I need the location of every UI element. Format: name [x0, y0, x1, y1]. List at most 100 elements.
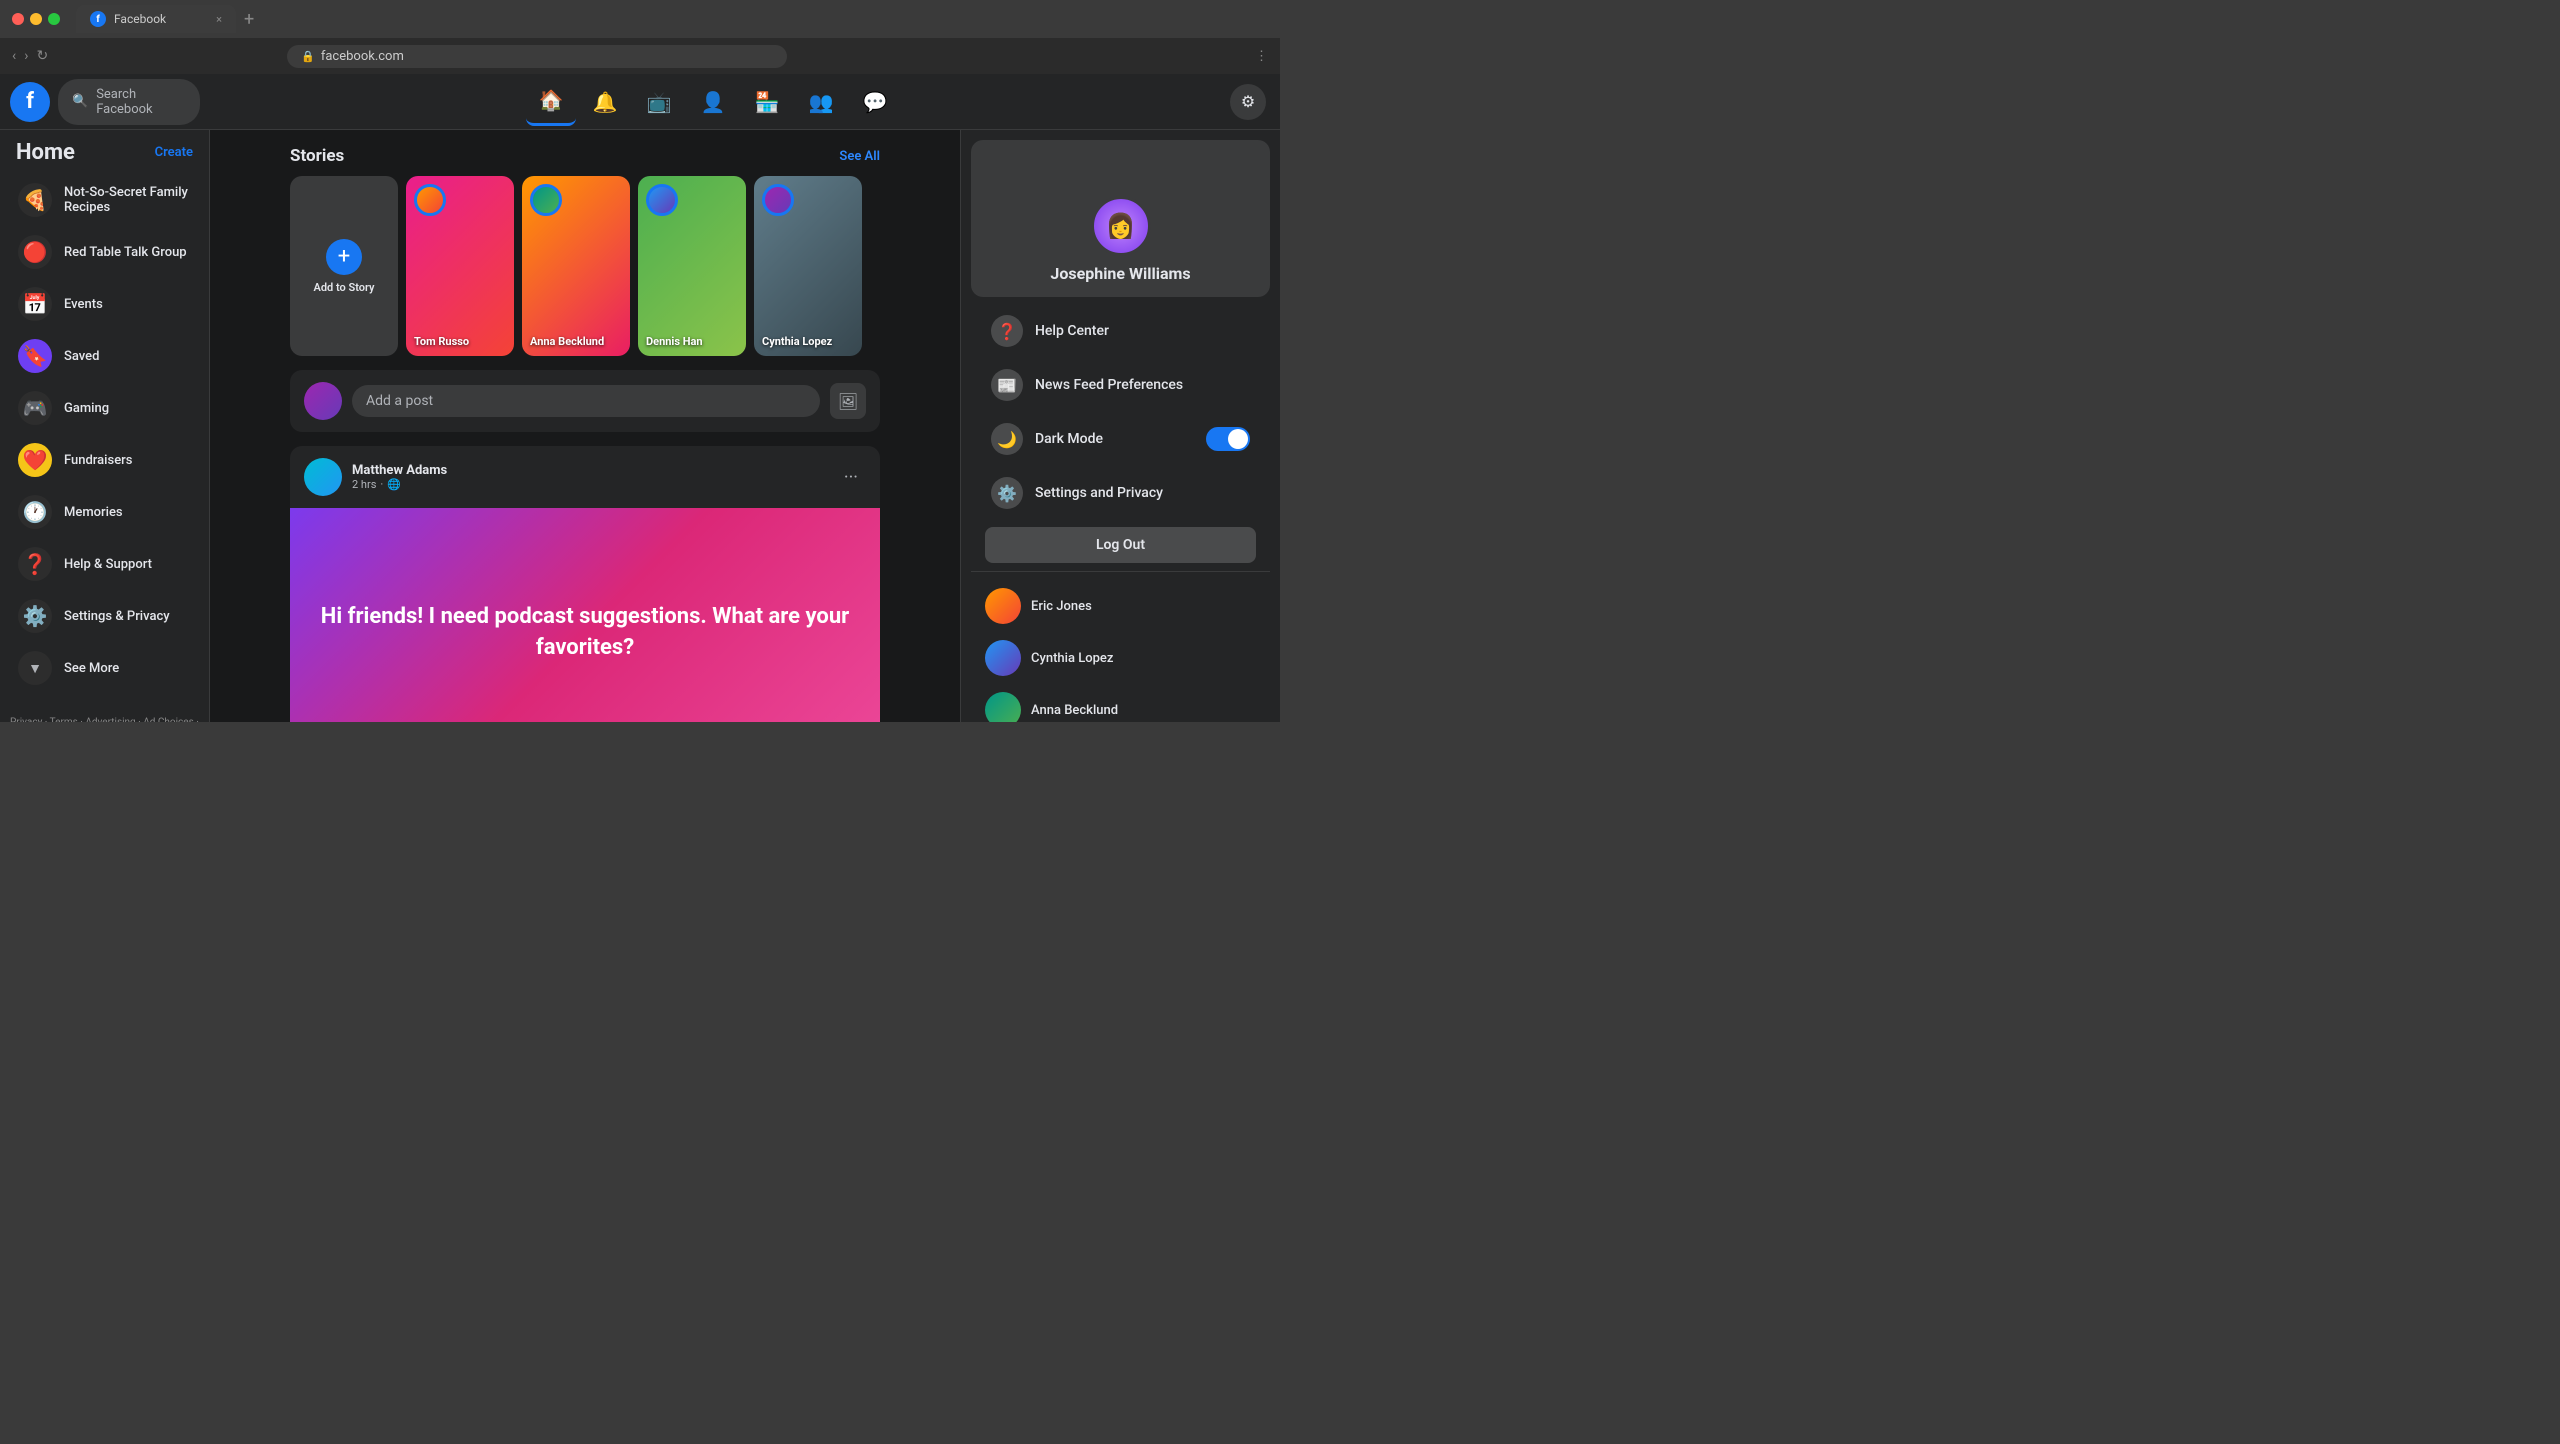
topnav-right: ⚙: [1216, 84, 1280, 120]
post-image-text: Hi friends! I need podcast suggestions. …: [290, 582, 880, 684]
footer-links: Privacy · Terms · Advertising · Ad Choic…: [10, 715, 199, 722]
section-divider: [971, 571, 1270, 572]
close-button[interactable]: [12, 13, 24, 25]
help-icon: ❓: [18, 547, 52, 581]
sidebar-header: Home Create: [8, 140, 201, 175]
sidebar-item-gaming[interactable]: 🎮 Gaming: [8, 383, 201, 433]
friend-item-anna-becklund[interactable]: Anna Becklund: [971, 684, 1270, 722]
friend-avatar: [985, 692, 1021, 722]
topnav-left: f 🔍 Search Facebook: [0, 79, 210, 125]
sidebar-item-label: Settings & Privacy: [64, 609, 170, 624]
sidebar-item-fundraisers[interactable]: ❤️ Fundraisers: [8, 435, 201, 485]
search-bar[interactable]: 🔍 Search Facebook: [58, 79, 200, 125]
sidebar-item-saved[interactable]: 🔖 Saved: [8, 331, 201, 381]
facebook-logo[interactable]: f: [10, 82, 50, 122]
minimize-button[interactable]: [30, 13, 42, 25]
news-feed-icon: 📰: [991, 369, 1023, 401]
post-time: 2 hrs: [352, 478, 376, 491]
post-author-info: Matthew Adams 2 hrs · 🌐: [352, 463, 447, 491]
menu-label-news-feed-prefs: News Feed Preferences: [1035, 377, 1183, 393]
friend-name: Eric Jones: [1031, 599, 1092, 614]
sidebar-item-memories[interactable]: 🕐 Memories: [8, 487, 201, 537]
browser-menu-icon[interactable]: ⋮: [1255, 49, 1268, 64]
add-story-card[interactable]: + Add to Story: [290, 176, 398, 356]
family-recipes-icon: 🍕: [18, 183, 52, 217]
story-card-dennis-han[interactable]: Dennis Han: [638, 176, 746, 356]
post-more-button[interactable]: ···: [836, 463, 866, 492]
post-image: Hi friends! I need podcast suggestions. …: [290, 508, 880, 722]
add-story-icon: +: [326, 239, 362, 275]
topnav-center: 🏠 🔔 📺 👤 🏪 👥 💬: [210, 78, 1216, 126]
story-card-anna-becklund[interactable]: Anna Becklund: [522, 176, 630, 356]
sidebar-item-see-more[interactable]: ▼ See More: [8, 643, 201, 693]
story-label: Dennis Han: [646, 335, 703, 348]
friend-item-eric-jones[interactable]: Eric Jones: [971, 580, 1270, 632]
composer-photo-button[interactable]: 🖼: [830, 383, 866, 419]
friend-name: Anna Becklund: [1031, 703, 1118, 718]
post-author-name[interactable]: Matthew Adams: [352, 463, 447, 478]
address-bar[interactable]: 🔒 facebook.com: [287, 45, 787, 68]
profile-name[interactable]: Josephine Williams: [1050, 264, 1190, 283]
settings-button[interactable]: ⚙: [1230, 84, 1266, 120]
sidebar-item-label: See More: [64, 661, 119, 676]
sidebar-item-family-recipes[interactable]: 🍕 Not-So-Secret Family Recipes: [8, 175, 201, 225]
profile-avatar[interactable]: 👩: [1091, 196, 1151, 256]
menu-item-dark-mode[interactable]: 🌙 Dark Mode: [977, 413, 1264, 465]
dark-mode-toggle[interactable]: [1206, 427, 1250, 451]
browser-tab-facebook[interactable]: f Facebook ×: [76, 5, 236, 33]
nav-messenger-button[interactable]: 💬: [850, 78, 900, 126]
post-composer[interactable]: Add a post 🖼: [290, 370, 880, 432]
nav-notifications-button[interactable]: 🔔: [580, 78, 630, 126]
story-card-cynthia-lopez[interactable]: Cynthia Lopez: [754, 176, 862, 356]
menu-item-help-center[interactable]: ❓ Help Center: [977, 305, 1264, 357]
sidebar-item-help-support[interactable]: ❓ Help & Support: [8, 539, 201, 589]
reload-button[interactable]: ↻: [36, 48, 48, 64]
story-label: Tom Russo: [414, 335, 469, 348]
nav-profile-button[interactable]: 👤: [688, 78, 738, 126]
sidebar: Home Create 🍕 Not-So-Secret Family Recip…: [0, 74, 210, 722]
tab-favicon: f: [90, 11, 106, 27]
browser-addressbar: ‹ › ↻ 🔒 facebook.com ⋮: [0, 38, 1280, 74]
friend-avatar: [985, 640, 1021, 676]
sidebar-item-red-table-talk[interactable]: 🔴 Red Table Talk Group: [8, 227, 201, 277]
story-card-tom-russo[interactable]: Tom Russo: [406, 176, 514, 356]
memories-icon: 🕐: [18, 495, 52, 529]
story-avatar: [530, 184, 562, 216]
search-placeholder: Search Facebook: [96, 87, 186, 117]
story-avatar: [414, 184, 446, 216]
sidebar-item-settings-privacy[interactable]: ⚙️ Settings & Privacy: [8, 591, 201, 641]
profile-card: 👩 Josephine Williams: [971, 140, 1270, 297]
nav-home-button[interactable]: 🏠: [526, 78, 576, 126]
friend-item-cynthia-lopez[interactable]: Cynthia Lopez: [971, 632, 1270, 684]
sidebar-title: Home: [16, 140, 75, 165]
composer-input[interactable]: Add a post: [352, 385, 820, 417]
create-button[interactable]: Create: [155, 145, 193, 160]
nav-buttons: ‹ › ↻: [12, 48, 48, 64]
maximize-button[interactable]: [48, 13, 60, 25]
sidebar-item-label: Not-So-Secret Family Recipes: [64, 185, 191, 215]
sidebar-item-label: Fundraisers: [64, 453, 132, 468]
nav-groups-button[interactable]: 👥: [796, 78, 846, 126]
post-card: Matthew Adams 2 hrs · 🌐 ··· Hi friends! …: [290, 446, 880, 722]
gaming-icon: 🎮: [18, 391, 52, 425]
tab-close-icon[interactable]: ×: [216, 13, 222, 26]
sidebar-item-label: Red Table Talk Group: [64, 245, 187, 260]
new-tab-button[interactable]: +: [236, 9, 262, 30]
nav-video-button[interactable]: 📺: [634, 78, 684, 126]
menu-item-settings-privacy[interactable]: ⚙️ Settings and Privacy: [977, 467, 1264, 519]
tab-bar: f Facebook × +: [76, 5, 262, 33]
back-button[interactable]: ‹: [12, 48, 16, 64]
stories-see-all-button[interactable]: See All: [839, 149, 880, 164]
friends-list: Eric Jones Cynthia Lopez Anna Becklund A…: [971, 580, 1270, 722]
sidebar-item-events[interactable]: 📅 Events: [8, 279, 201, 329]
post-header: Matthew Adams 2 hrs · 🌐 ···: [290, 446, 880, 508]
nav-marketplace-button[interactable]: 🏪: [742, 78, 792, 126]
browser-actions: ⋮: [1255, 49, 1268, 64]
menu-label-help-center: Help Center: [1035, 323, 1109, 339]
tab-title: Facebook: [114, 12, 166, 26]
menu-item-news-feed-prefs[interactable]: 📰 News Feed Preferences: [977, 359, 1264, 411]
stories-header: Stories See All: [290, 146, 880, 166]
logout-button[interactable]: Log Out: [985, 527, 1256, 563]
story-label: Anna Becklund: [530, 335, 604, 348]
forward-button[interactable]: ›: [24, 48, 28, 64]
